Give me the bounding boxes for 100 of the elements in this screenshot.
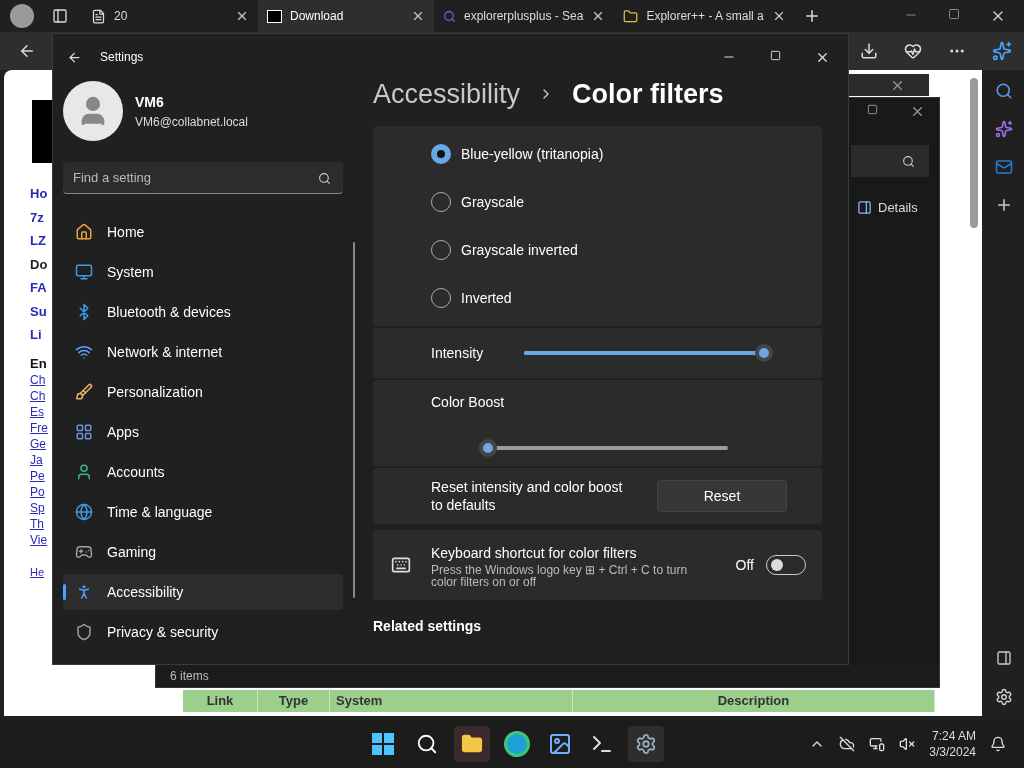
restore-icon[interactable]: [948, 8, 960, 20]
nav-item[interactable]: Gaming: [63, 534, 343, 570]
details-pane-icon: [857, 200, 872, 216]
column-header: System: [330, 690, 573, 712]
search-field[interactable]: [851, 145, 929, 177]
nav-item[interactable]: Personalization: [63, 374, 343, 410]
slider-thumb[interactable]: [479, 439, 497, 457]
nav-item[interactable]: Network & internet: [63, 334, 343, 370]
folder-icon[interactable]: [454, 726, 490, 762]
language-link[interactable]: Es: [30, 404, 48, 420]
radio-option[interactable]: Grayscale inverted: [431, 226, 764, 274]
language-link[interactable]: Fre: [30, 420, 48, 436]
radio-button[interactable]: [431, 144, 451, 164]
reset-button[interactable]: Reset: [657, 480, 787, 512]
footer-link[interactable]: He: [30, 564, 48, 580]
mute-icon[interactable]: [899, 736, 916, 752]
heart-pulse-icon[interactable]: [904, 42, 922, 60]
folder-icon: [623, 8, 639, 24]
search-icon[interactable]: [416, 733, 438, 755]
setting-label: Reset intensity and color boost to defaults: [431, 478, 624, 514]
language-link[interactable]: Vie: [30, 532, 48, 548]
close-icon[interactable]: [411, 9, 425, 23]
nav-item[interactable]: System: [63, 254, 343, 290]
browser-tab[interactable]: Download: [258, 0, 434, 32]
close-icon[interactable]: [235, 9, 249, 23]
nav-item[interactable]: Privacy & security: [63, 614, 343, 650]
nav-link[interactable]: FA: [30, 278, 48, 298]
radio-option[interactable]: Inverted: [431, 274, 764, 322]
browser-tab[interactable]: 20: [82, 0, 258, 32]
setting-label: Color Boost: [431, 393, 506, 412]
nav-link[interactable]: 7z: [30, 207, 48, 227]
user-email: VM6@collabnet.local: [135, 113, 248, 131]
window-title: Settings: [100, 49, 144, 66]
network-icon[interactable]: [869, 736, 886, 752]
language-link[interactable]: Pe: [30, 468, 48, 484]
close-icon[interactable]: [910, 104, 925, 119]
settings-icon[interactable]: [995, 688, 1013, 706]
cloud-off-icon[interactable]: [839, 736, 856, 752]
slider-thumb[interactable]: [755, 344, 774, 362]
keyboard-icon: [391, 555, 411, 575]
nav-item[interactable]: Accessibility: [63, 574, 343, 610]
nav-link[interactable]: Ho: [30, 184, 48, 204]
setting-description: Press the Windows logo key ⊞ + Ctrl + C to turn color filters on or off: [431, 563, 689, 588]
page-title: Color filters: [572, 77, 724, 111]
setting-title: Keyboard shortcut for color filters: [431, 543, 638, 563]
back-icon[interactable]: [18, 42, 36, 60]
nav-item[interactable]: Apps: [63, 414, 343, 450]
column-header: Type: [258, 690, 330, 712]
browser-icon[interactable]: [504, 731, 530, 757]
grid-icon: [75, 423, 93, 441]
nav-link[interactable]: Su: [30, 301, 48, 321]
sparkle-icon[interactable]: [992, 41, 1012, 61]
scrollbar[interactable]: [970, 78, 978, 228]
nav-item[interactable]: Home: [63, 214, 343, 250]
nav-link[interactable]: Do: [30, 254, 48, 274]
nav-link[interactable]: LZ: [30, 231, 48, 251]
language-link[interactable]: Ja: [30, 452, 48, 468]
search-icon[interactable]: [995, 82, 1013, 100]
panel-icon[interactable]: [996, 650, 1012, 666]
bell-icon[interactable]: [990, 736, 1006, 752]
column-header: Description: [573, 690, 935, 712]
nav-link[interactable]: Li: [30, 325, 48, 345]
clock-time[interactable]: 7:24 AM: [931, 728, 976, 744]
search-field[interactable]: Find a setting: [63, 162, 343, 194]
nav-item[interactable]: Accounts: [63, 454, 343, 490]
details-button[interactable]: Details: [878, 198, 918, 218]
shield-icon: [75, 623, 93, 641]
page-icon: [91, 8, 106, 24]
scrollbar[interactable]: [353, 242, 355, 598]
language-link[interactable]: Po: [30, 484, 48, 500]
radio-option[interactable]: Blue-yellow (tritanopia): [431, 130, 764, 178]
archive-icon: [267, 9, 282, 23]
search-icon: [318, 172, 331, 185]
language-link[interactable]: Sp: [30, 500, 48, 516]
sparkle-icon[interactable]: [995, 120, 1013, 138]
language-link[interactable]: Ch: [30, 372, 48, 388]
search-icon: [902, 154, 915, 168]
browser-tab[interactable]: explorerplusplus - Sea: [434, 0, 615, 32]
radio-option[interactable]: Grayscale: [431, 178, 764, 226]
photos-icon[interactable]: [548, 732, 572, 756]
maximize-icon[interactable]: [867, 104, 878, 115]
tabs-icon[interactable]: [52, 8, 68, 24]
browser-tab[interactable]: Explorer++ - A small a: [614, 0, 795, 32]
setting-label: Intensity: [431, 343, 484, 363]
language-link[interactable]: Ch: [30, 388, 48, 404]
settings-icon[interactable]: [628, 726, 664, 762]
add-icon[interactable]: [995, 196, 1013, 214]
nav-item[interactable]: Time & language: [63, 494, 343, 530]
clock-date[interactable]: 3/3/2024: [929, 744, 976, 760]
profile-avatar[interactable]: [10, 4, 34, 28]
language-link[interactable]: Th: [30, 516, 48, 532]
person-icon: [75, 463, 93, 481]
section-heading: En: [30, 356, 48, 372]
language-link[interactable]: Ge: [30, 436, 48, 452]
back-icon[interactable]: [67, 49, 82, 65]
mail-icon[interactable]: [995, 158, 1013, 176]
search-icon: [443, 9, 456, 23]
download-icon[interactable]: [860, 42, 878, 60]
breadcrumb-link[interactable]: Accessibility: [373, 73, 521, 115]
nav-item[interactable]: Bluetooth & devices: [63, 294, 343, 330]
